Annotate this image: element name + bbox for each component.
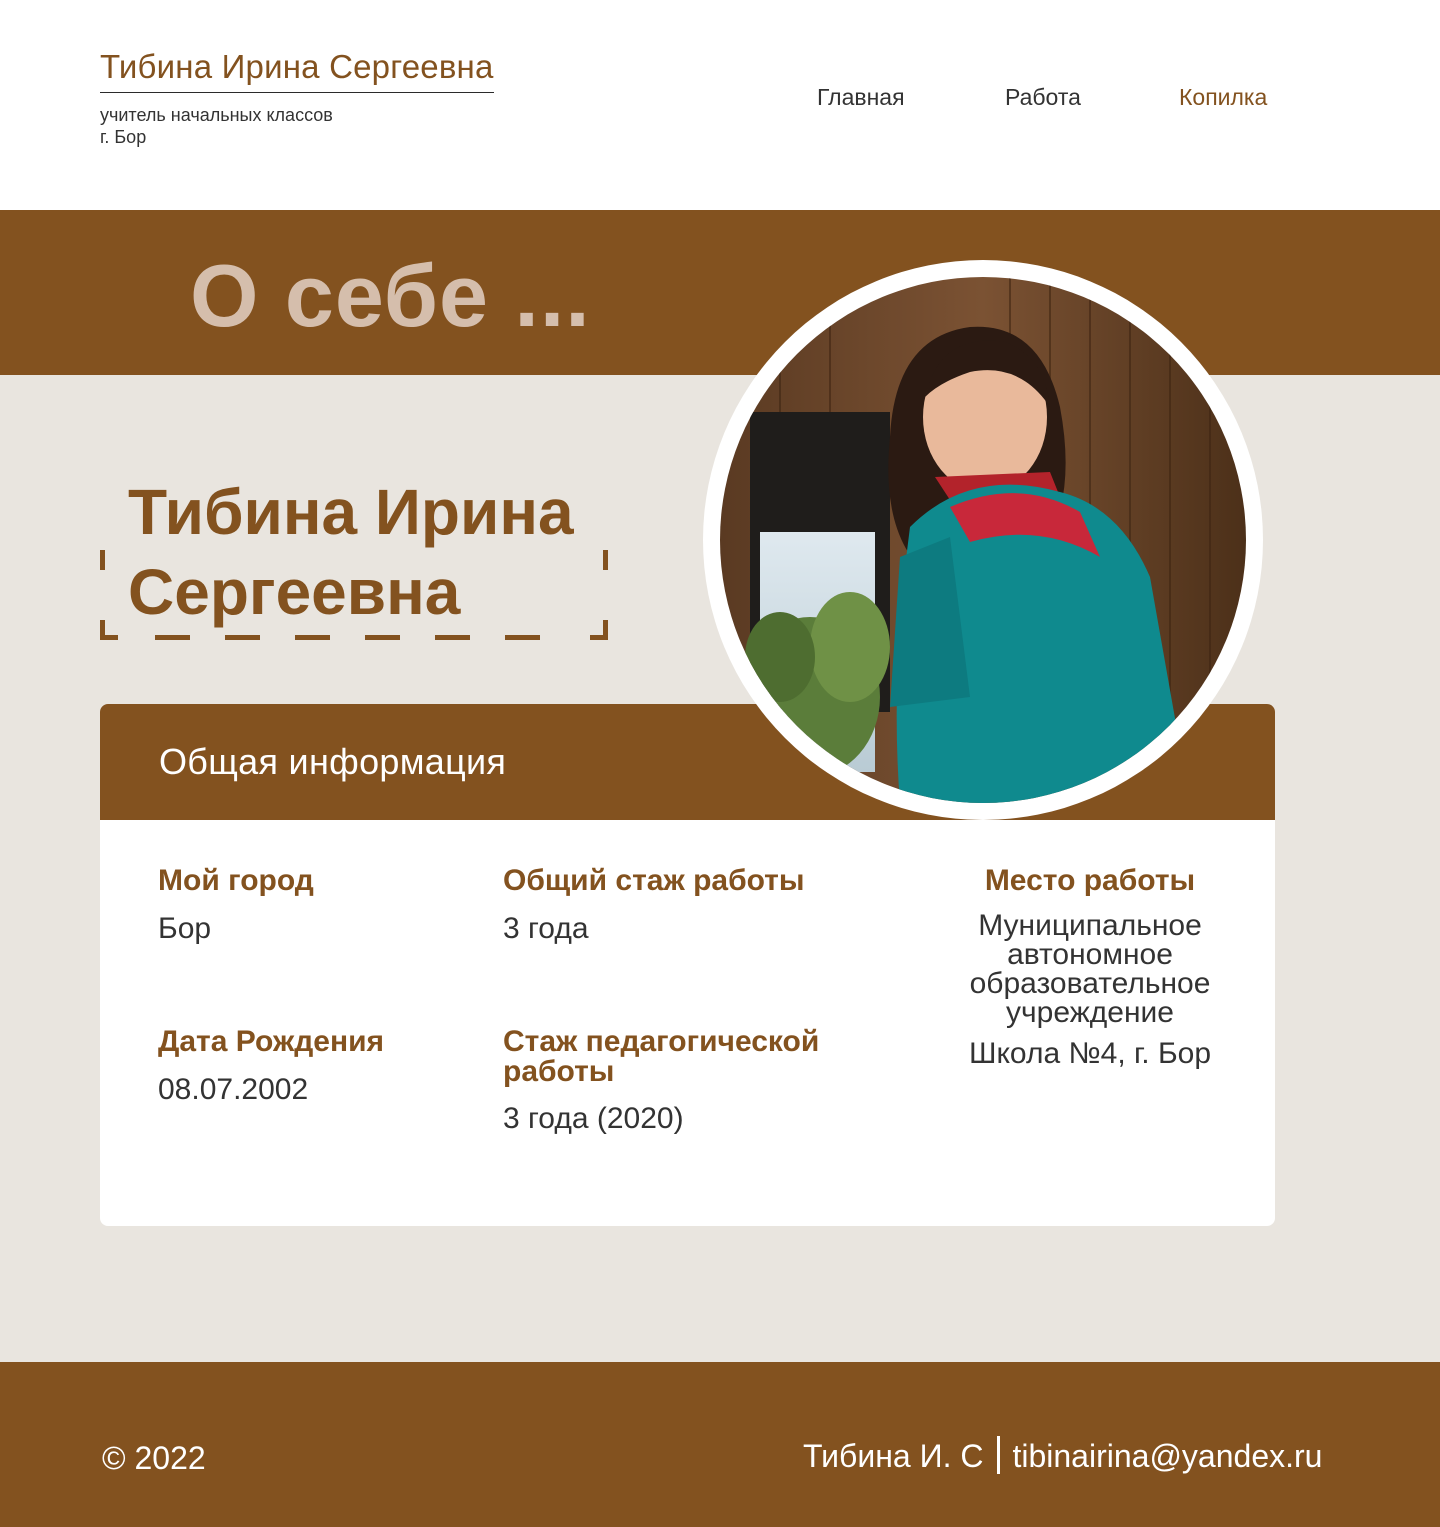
footer-separator xyxy=(997,1436,1001,1474)
workplace-value: Муниципальное автономное образовательное… xyxy=(890,909,1275,1029)
workplace-line: Муниципальное xyxy=(978,909,1202,942)
workplace-label: Место работы xyxy=(984,864,1196,897)
nav-piggybank-link[interactable]: Копилка xyxy=(1179,84,1267,111)
subtitle-profession: учитель начальных классов xyxy=(100,105,333,125)
footer-author: Тибина И. С xyxy=(803,1438,984,1474)
teaching-experience-label-line2: работы xyxy=(503,1055,615,1088)
workplace-school: Школа №4, г. Бор xyxy=(968,1037,1212,1070)
nav-work-link[interactable]: Работа xyxy=(1005,84,1081,111)
workplace-line: образовательное xyxy=(969,967,1211,1000)
workplace-line: учреждение xyxy=(1006,996,1174,1029)
nav-home-link[interactable]: Главная xyxy=(817,84,905,111)
total-experience-value: 3 года xyxy=(503,912,589,945)
city-label: Мой город xyxy=(158,864,314,897)
teaching-experience-label-line1: Стаж педагогической xyxy=(503,1025,820,1058)
footer-contact: Тибина И. С tibinairina@yandex.ru xyxy=(803,1436,1322,1475)
profile-name-line1: Тибина Ирина xyxy=(128,476,574,548)
dashed-frame xyxy=(100,550,610,640)
info-card-title: Общая информация xyxy=(159,741,507,782)
teaching-experience-label: Стаж педагогической работы xyxy=(503,1027,819,1087)
profile-photo-image xyxy=(720,277,1246,803)
hero-title: О себе ... xyxy=(190,246,591,345)
total-experience-label: Общий стаж работы xyxy=(503,864,805,897)
workplace-line: автономное xyxy=(1007,938,1173,971)
subtitle-city: г. Бор xyxy=(100,127,147,147)
profile-photo xyxy=(703,260,1263,820)
site-title[interactable]: Тибина Ирина Сергеевна xyxy=(100,48,494,93)
site-subtitle: учитель начальных классов г. Бор xyxy=(100,104,333,148)
footer-email-link[interactable]: tibinairina@yandex.ru xyxy=(1012,1438,1322,1474)
birth-date-value: 08.07.2002 xyxy=(158,1073,309,1106)
city-value: Бор xyxy=(158,912,212,945)
birth-date-label: Дата Рождения xyxy=(158,1025,385,1058)
footer-copyright: © 2022 xyxy=(102,1440,206,1476)
teaching-experience-value: 3 года (2020) xyxy=(503,1102,684,1135)
